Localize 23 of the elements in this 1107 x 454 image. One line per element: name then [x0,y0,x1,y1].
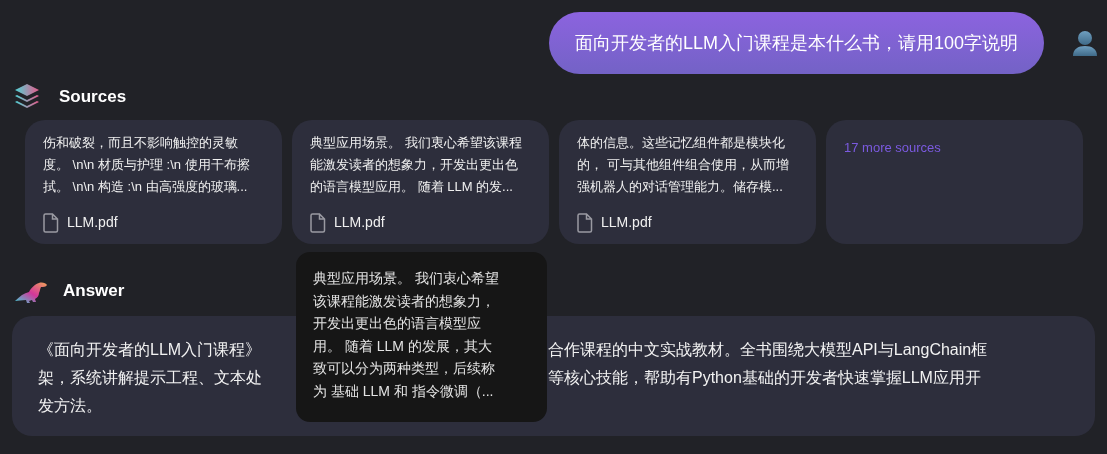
answer-text: 《面向开发者的LLM入门课程》 [38,340,262,358]
answer-text: 架，系统讲解提示工程、文本处 [38,368,262,386]
file-icon [577,212,593,233]
file-name: LLM.pdf [601,213,652,232]
file-icon [310,212,326,233]
source-card[interactable]: 体的信息。这些记忆组件都是模块化 的， 可与其他组件组合使用，从而增 强机器人的对话管理能力。储存模... LLM.pdf [559,120,816,244]
answer-text: 合作课程的中文实战教材。全书围绕大模型API与LangChain框 [548,339,988,360]
tooltip-text: 典型应用场景。 我们衷心希望 该课程能激发读者的想象力， 开发出更出色的语言模型应 用。 随着 LLM 的发展，其大 致可以分为两种类型，后续称 为 基础 LLM 和 指令微调（... [313,269,500,401]
user-message: 面向开发者的LLM入门课程是本什么书，请用100字说明 [548,12,1044,74]
source-card[interactable]: 伤和破裂，而且不影响触控的灵敏 度。 \n\n 材质与护理 :\n 使用干布擦 拭。 \n\n 构造 :\n 由高强度的玻璃... LLM.pdf [25,120,282,244]
source-snippet: 典型应用场景。 我们衷心希望该课程 能激发读者的想象力，开发出更出色 的语言模型应用。 随着 LLM 的发... [310,134,523,196]
user-avatar-icon [1072,29,1098,57]
source-card[interactable]: 典型应用场景。 我们衷心希望该课程 能激发读者的想象力，开发出更出色 的语言模型应用。 随着 LLM 的发... LLM.pdf [292,120,549,244]
answer-text: 等核心技能，帮助有Python基础的开发者快速掌握LLM应用开 [548,367,981,388]
file-name: LLM.pdf [334,213,385,232]
source-snippet: 体的信息。这些记忆组件都是模块化 的， 可与其他组件组合使用，从而增 强机器人的对话管理能力。储存模... [577,134,790,196]
answer-text: 发方法。 [38,396,102,414]
section-title: Sources [59,86,127,109]
source-snippet: 伤和破裂，而且不影响触控的灵敏 度。 \n\n 材质与护理 :\n 使用干布擦 拭。 \n\n 构造 :\n 由高强度的玻璃... [43,134,251,196]
file-icon [43,212,59,233]
file-name: LLM.pdf [67,213,118,232]
section-title: Answer [63,280,125,302]
layers-icon [14,83,40,111]
